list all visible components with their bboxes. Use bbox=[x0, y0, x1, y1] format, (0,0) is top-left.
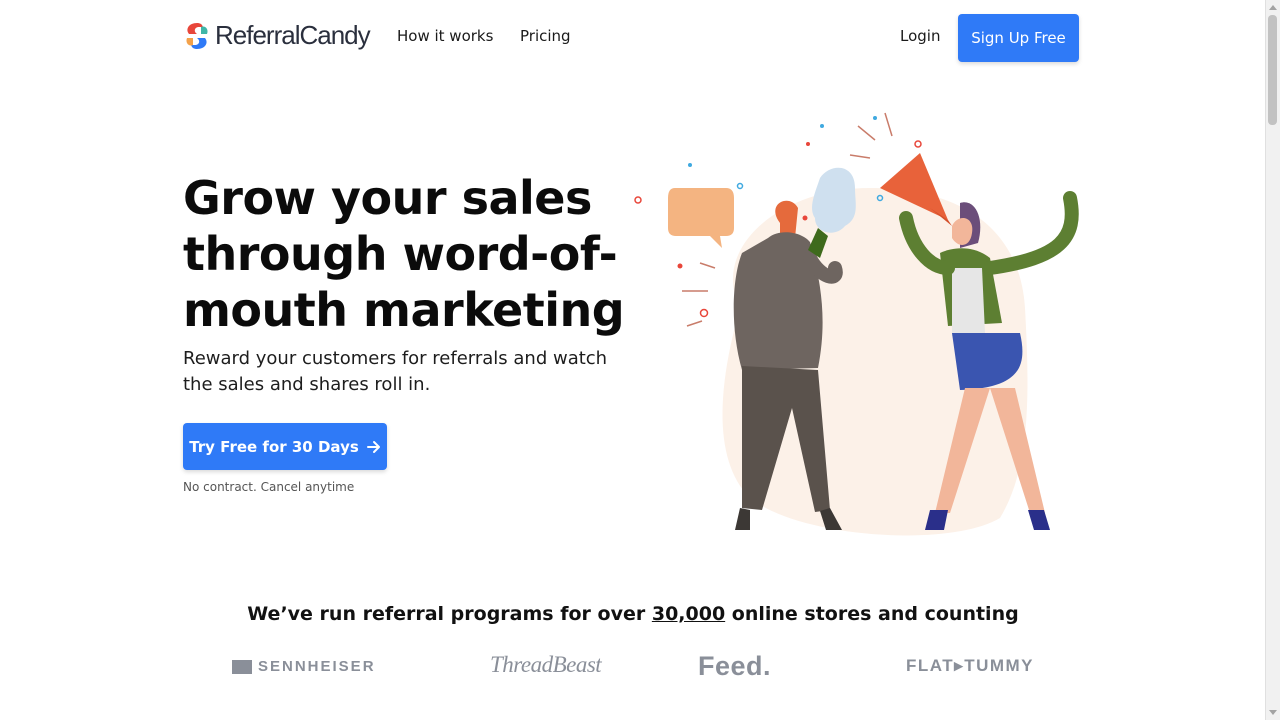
threadbeast-logo: ThreadBeast bbox=[490, 652, 602, 677]
sennheiser-logo: SENNHEISER bbox=[232, 658, 376, 675]
nav-how-it-works[interactable]: How it works bbox=[397, 27, 493, 45]
hero-illustration bbox=[634, 112, 1079, 536]
hero-title: Grow your sales through word-of-mouth ma… bbox=[183, 171, 625, 337]
sennheiser-wordmark: SENNHEISER bbox=[258, 658, 376, 675]
logo-text: ReferralCandy bbox=[215, 20, 371, 50]
cta-note: No contract. Cancel anytime bbox=[183, 480, 355, 494]
social-proof-text: We’ve run referral programs for over 30,… bbox=[0, 603, 1266, 625]
nav-login[interactable]: Login bbox=[900, 27, 940, 45]
page: ReferralCandy How it works Pricing Login… bbox=[0, 0, 1266, 720]
scroll-up-arrow-icon[interactable] bbox=[1269, 5, 1277, 10]
stores-count[interactable]: 30,000 bbox=[652, 603, 725, 625]
arrow-right-icon bbox=[366, 440, 380, 453]
sennheiser-mark-icon bbox=[232, 659, 252, 674]
scroll-down-arrow-icon[interactable] bbox=[1269, 710, 1277, 715]
try-free-label: Try Free for 30 Days bbox=[189, 437, 359, 456]
candy-logo-icon bbox=[186, 22, 208, 49]
scrollbar-thumb[interactable] bbox=[1268, 15, 1277, 125]
logo[interactable]: ReferralCandy bbox=[183, 20, 371, 51]
proof-text-before: We’ve run referral programs for over bbox=[247, 603, 652, 625]
feed-logo: Feed. bbox=[698, 651, 772, 681]
nav-pricing[interactable]: Pricing bbox=[520, 27, 571, 45]
try-free-button[interactable]: Try Free for 30 Days bbox=[183, 423, 387, 470]
scrollbar[interactable] bbox=[1265, 0, 1280, 720]
flattummy-logo: FLAT▸TUMMY bbox=[906, 656, 1035, 675]
sign-up-button[interactable]: Sign Up Free bbox=[958, 14, 1079, 62]
customer-logos: SENNHEISER ThreadBeast Feed. FLAT▸TUMMY bbox=[0, 650, 1266, 684]
proof-text-after: online stores and counting bbox=[725, 603, 1019, 625]
hero-subtitle: Reward your customers for referrals and … bbox=[183, 348, 608, 395]
